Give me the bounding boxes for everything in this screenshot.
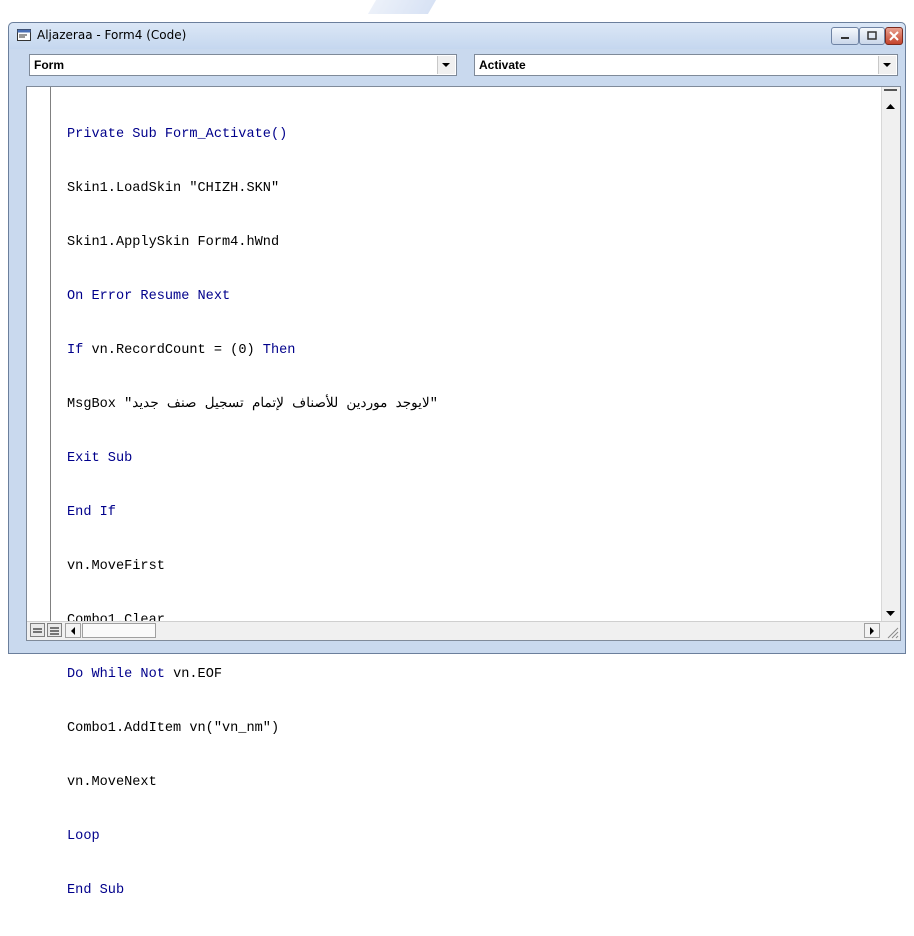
scroll-right-button[interactable] <box>864 623 880 638</box>
code-token-eof: vn.EOF <box>164 667 223 682</box>
code-line: MsgBox "لايوجد موردين للأصناف لإتمام تسج… <box>67 397 438 412</box>
vb-code-window-icon <box>17 29 31 41</box>
title-bar[interactable]: Aljazeraa - Form4 (Code) <box>9 23 905 49</box>
code-token-then: Then <box>262 343 296 358</box>
code-line: vn.MoveNext <box>67 775 157 790</box>
minimize-icon <box>841 37 849 39</box>
maximize-button[interactable] <box>859 27 885 45</box>
close-icon <box>889 31 899 41</box>
code-line: If vn.RecordCount = (0) Then <box>67 342 876 360</box>
bottom-bar <box>27 621 900 640</box>
arrow-down-icon <box>886 611 895 616</box>
code-token-do-while-not: Do While Not <box>67 667 165 682</box>
procedure-combo[interactable]: Activate <box>474 54 898 76</box>
full-module-view-icon <box>50 627 59 635</box>
scroll-down-button[interactable] <box>882 605 899 622</box>
scroll-top-line <box>884 89 897 91</box>
code-line: Skin1.ApplySkin Form4.hWnd <box>67 235 280 250</box>
object-combo-dropdown-button[interactable] <box>437 56 455 74</box>
code-line: End If <box>67 505 116 520</box>
horizontal-scroll-thumb[interactable] <box>82 623 156 638</box>
code-editor[interactable]: Private Sub Form_Activate() Skin1.LoadSk… <box>26 86 901 898</box>
object-combo-value: Form <box>34 58 64 72</box>
chevron-down-icon <box>442 63 450 67</box>
code-window: Aljazeraa - Form4 (Code) Form Activate P… <box>8 22 906 898</box>
scroll-left-button[interactable] <box>65 623 81 638</box>
arrow-left-icon <box>71 627 75 635</box>
close-button[interactable] <box>885 27 903 45</box>
code-line: Skin1.LoadSkin "CHIZH.SKN" <box>67 181 280 196</box>
code-token-condition: vn.RecordCount = (0) <box>83 343 263 358</box>
arrow-right-icon <box>870 627 874 635</box>
code-line: On Error Resume Next <box>67 289 231 304</box>
chevron-down-icon <box>883 63 891 67</box>
arrow-up-icon <box>886 104 895 109</box>
code-line: Combo1.AddItem vn("vn_nm") <box>67 721 280 736</box>
procedure-view-icon <box>33 628 42 633</box>
code-line: Loop <box>67 829 100 844</box>
window-title: Aljazeraa - Form4 (Code) <box>37 28 187 42</box>
procedure-combo-value: Activate <box>479 58 526 72</box>
code-line: Private Sub Form_Activate() <box>67 127 288 142</box>
maximize-icon <box>867 31 877 40</box>
code-line: vn.MoveFirst <box>67 559 165 574</box>
code-text-area[interactable]: Private Sub Form_Activate() Skin1.LoadSk… <box>67 90 876 898</box>
full-module-view-button[interactable] <box>47 623 62 637</box>
code-line: Do While Not vn.EOF <box>67 666 876 684</box>
watermark-decoration <box>367 0 437 14</box>
margin-indicator-bar[interactable] <box>31 87 51 622</box>
procedure-combo-dropdown-button[interactable] <box>878 56 896 74</box>
code-token-if: If <box>67 343 84 358</box>
procedure-view-button[interactable] <box>30 623 45 637</box>
minimize-button[interactable] <box>831 27 859 45</box>
code-line: Exit Sub <box>67 451 133 466</box>
object-combo[interactable]: Form <box>29 54 457 76</box>
code-line: End Sub <box>67 883 125 898</box>
scroll-up-button[interactable] <box>882 89 899 115</box>
resize-grip-icon[interactable] <box>885 625 899 639</box>
vertical-scrollbar[interactable] <box>881 87 900 622</box>
